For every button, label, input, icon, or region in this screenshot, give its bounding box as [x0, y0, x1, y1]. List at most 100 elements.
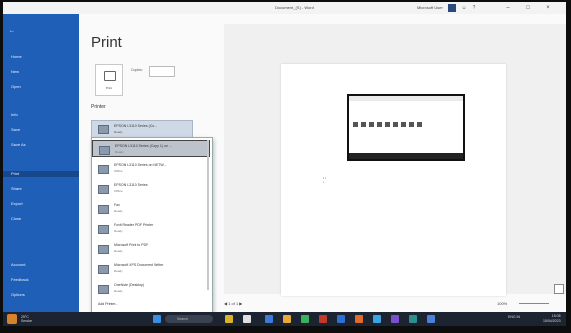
printer-icon [98, 225, 109, 234]
printer-option[interactable]: Fax Ready [92, 200, 210, 217]
printer-option[interactable]: EPSON L3110 Series (Copy 1) on ... Ready [92, 140, 210, 157]
print-button[interactable]: Print [95, 64, 123, 96]
printer-option-name: Foxit Reader PDF Printer [114, 223, 154, 227]
printer-option-status: Ready [115, 150, 124, 154]
taskbar-search[interactable]: Search [165, 315, 213, 323]
nav-feedback[interactable]: Feedback [11, 277, 29, 283]
image-titlebar [349, 96, 463, 101]
nav-info[interactable]: Info [11, 112, 18, 118]
fax-icon [98, 205, 109, 214]
selected-printer-status: Ready [114, 130, 123, 134]
printer-icon [98, 165, 109, 174]
nav-options[interactable]: Options [11, 292, 25, 298]
add-printer-link[interactable]: Add Printer... [98, 302, 118, 306]
back-arrow-icon[interactable]: ← [9, 28, 15, 34]
printer-option[interactable]: EPSON L3110 Series Offline [92, 180, 210, 197]
printer-icon [98, 265, 109, 274]
title-bar: Document_(S) - Word Microsoft User ☺ ? –… [3, 2, 566, 14]
printer-icon [98, 285, 109, 294]
printer-option[interactable]: Foxit Reader PDF Printer Ready [92, 220, 210, 237]
system-tray[interactable]: ENG IN [508, 315, 520, 319]
preview-page: ▪ ▪ ▪ [281, 64, 506, 296]
user-name[interactable]: Microsoft User [417, 5, 443, 10]
word-icon[interactable] [265, 315, 273, 323]
printer-option-status: Offline [114, 169, 123, 173]
printer-option-name: EPSON L3110 Series [114, 183, 148, 187]
printer-heading: Printer [91, 104, 106, 110]
printer-icon [99, 146, 110, 155]
backstage-nav: ← Home New Open Info Save Save As Print … [3, 14, 79, 312]
app-purple-icon[interactable] [391, 315, 399, 323]
printer-option-name: OneNote (Desktop) [114, 283, 145, 287]
weather-icon[interactable] [7, 314, 17, 324]
printer-option-name: EPSON L3110 Series (Copy 1) on ... [115, 144, 172, 148]
clock-time: 15:08 [551, 314, 561, 318]
printer-option-status: Ready [114, 249, 123, 253]
minimize-icon[interactable]: – [503, 4, 513, 12]
printer-option-name: Fax [114, 203, 120, 207]
nav-open[interactable]: Open [11, 84, 21, 90]
copies-input[interactable] [149, 66, 175, 77]
printer-option-name: Microsoft XPS Document Writer [114, 263, 164, 267]
printer-icon [104, 71, 116, 81]
coauthoring-icon[interactable]: ☺ [461, 5, 467, 11]
printer-select[interactable]: EPSON L3110 Series (Co... Ready [91, 120, 193, 138]
edge-icon[interactable] [373, 315, 381, 323]
page-title: Print [91, 34, 122, 51]
print-pane: Print Print Copies: Printer EPSON L3110 … [79, 14, 566, 325]
nav-save-as[interactable]: Save As [11, 142, 26, 148]
printer-option-status: Ready [114, 229, 123, 233]
app-teal-icon[interactable] [409, 315, 417, 323]
printer-icon [98, 245, 109, 254]
app-red-icon[interactable] [319, 315, 327, 323]
app-blue-icon[interactable] [427, 315, 435, 323]
clock-date: 15/04/2023 [543, 318, 561, 323]
dropdown-scrollbar[interactable] [207, 140, 209, 290]
copies-label: Copies: [131, 68, 143, 72]
page-mark: ▪ ▪ ▪ [323, 176, 326, 184]
task-view-icon[interactable] [243, 315, 251, 323]
nav-account[interactable]: Account [11, 262, 25, 268]
maximize-icon[interactable]: □ [523, 4, 533, 12]
nav-close[interactable]: Close [11, 216, 21, 222]
printer-option-status: Ready [114, 209, 123, 213]
printer-icon [98, 125, 109, 134]
weather-widget[interactable]: 25°C Smoke [21, 315, 32, 323]
printer-option[interactable]: Microsoft Print to PDF Ready [92, 240, 210, 257]
nav-save[interactable]: Save [11, 127, 20, 133]
nav-home[interactable]: Home [11, 54, 22, 60]
chrome-icon[interactable] [301, 315, 309, 323]
user-avatar[interactable] [448, 4, 456, 12]
start-icon[interactable] [153, 315, 161, 323]
printer-icon [98, 185, 109, 194]
printer-option[interactable]: EPSON L3110 Series on NETW... Offline [92, 160, 210, 177]
app-orange-icon[interactable] [355, 315, 363, 323]
printer-option[interactable]: Microsoft XPS Document Writer Ready [92, 260, 210, 277]
nav-new[interactable]: New [11, 69, 19, 75]
print-button-label: Print [105, 86, 113, 90]
zoom-level[interactable]: 100% [497, 301, 507, 306]
printer-option-status: Ready [114, 289, 123, 293]
zoom-to-page-button[interactable] [554, 284, 564, 294]
file-explorer-icon[interactable] [283, 315, 291, 323]
nav-print[interactable]: Print [3, 171, 79, 177]
zoom-slider[interactable] [519, 303, 549, 304]
window-title: Document_(S) - Word [275, 5, 314, 10]
nav-export[interactable]: Export [11, 201, 23, 207]
page-navigator[interactable]: ◀ 1 of 1 ▶ [224, 301, 242, 306]
windows-taskbar: 25°C Smoke Search ENG IN 15:08 15/04/2023 [3, 312, 566, 326]
pasted-screenshot-image [347, 94, 465, 161]
clock[interactable]: 15:08 15/04/2023 [543, 314, 561, 323]
selected-printer-name: EPSON L3110 Series (Co... [114, 124, 158, 128]
printer-option-status: Ready [114, 269, 123, 273]
weather-desc: Smoke [21, 319, 32, 323]
printer-option[interactable]: OneNote (Desktop) Ready [92, 280, 210, 297]
printer-option-name: Microsoft Print to PDF [114, 243, 149, 247]
help-icon[interactable]: ? [471, 5, 477, 11]
nav-share[interactable]: Share [11, 186, 22, 192]
image-icon-row [353, 122, 425, 128]
close-icon[interactable]: × [543, 4, 553, 12]
store-icon[interactable] [337, 315, 345, 323]
widgets-icon[interactable] [225, 315, 233, 323]
printer-dropdown-list: EPSON L3110 Series (Copy 1) on ... Ready… [91, 137, 213, 325]
